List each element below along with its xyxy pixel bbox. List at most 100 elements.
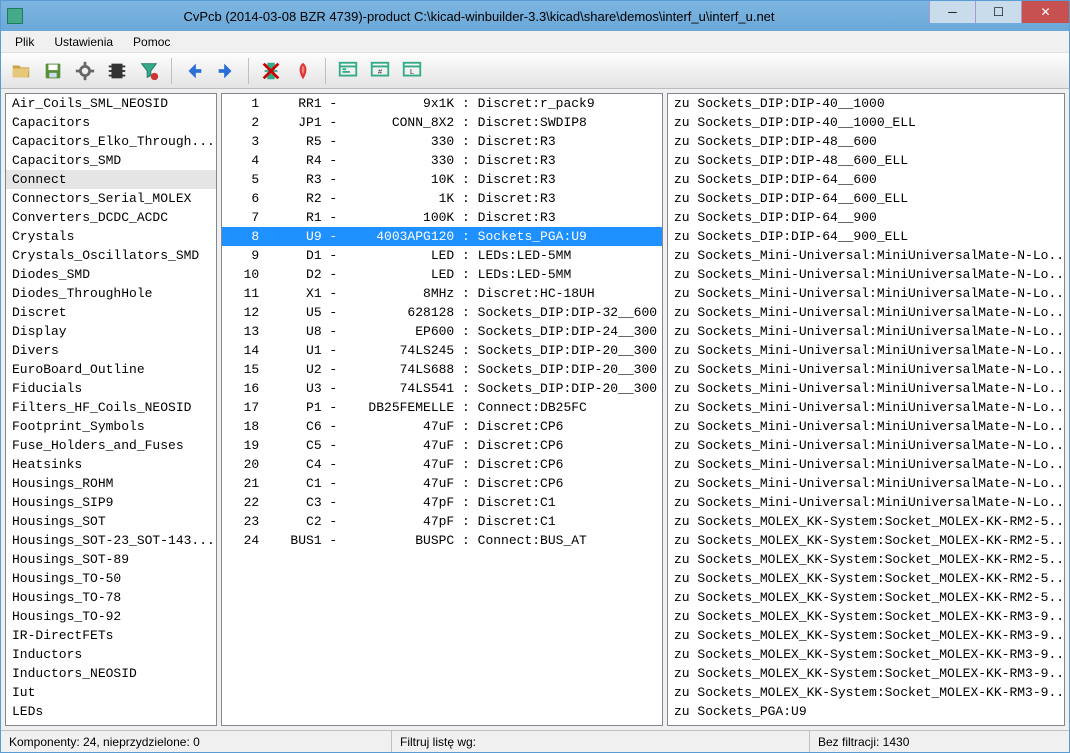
library-row[interactable]: Footprint_Symbols [6,417,216,436]
component-row[interactable]: 22 C3 - 47pF : Discret:C1 [222,493,662,512]
titlebar[interactable]: CvPcb (2014-03-08 BZR 4739)-product C:\k… [1,1,1069,31]
footprint-row[interactable]: zu Sockets_MOLEX_KK-System:Socket_MOLEX-… [668,531,1064,550]
footprint-row[interactable]: zu Sockets_Mini-Universal:MiniUniversalM… [668,303,1064,322]
library-row[interactable]: Diodes_ThroughHole [6,284,216,303]
footprint-row[interactable]: zu Sockets_MOLEX_KK-System:Socket_MOLEX-… [668,626,1064,645]
footprint-row[interactable]: zu Sockets_MOLEX_KK-System:Socket_MOLEX-… [668,645,1064,664]
arrow-right-icon[interactable] [212,57,240,85]
component-row[interactable]: 6 R2 - 1K : Discret:R3 [222,189,662,208]
arrow-left-icon[interactable] [180,57,208,85]
footprint-row[interactable]: zu Sockets_MOLEX_KK-System:Socket_MOLEX-… [668,607,1064,626]
library-row[interactable]: Diodes_SMD [6,265,216,284]
open-icon[interactable] [7,57,35,85]
library-row[interactable]: Iut [6,683,216,702]
footprint-row[interactable]: zu Sockets_Mini-Universal:MiniUniversalM… [668,417,1064,436]
library-row[interactable]: Filters_HF_Coils_NEOSID [6,398,216,417]
component-row[interactable]: 2 JP1 - CONN_8X2 : Discret:SWDIP8 [222,113,662,132]
filter-by-keyword-icon[interactable] [334,57,362,85]
library-row[interactable]: Connect [6,170,216,189]
library-row[interactable]: Inductors_NEOSID [6,664,216,683]
footprint-row[interactable]: zu Sockets_DIP:DIP-64__600 [668,170,1064,189]
footprint-row[interactable]: zu Sockets_MOLEX_KK-System:Socket_MOLEX-… [668,512,1064,531]
component-row[interactable]: 9 D1 - LED : LEDs:LED-5MM [222,246,662,265]
library-row[interactable]: Connectors_Serial_MOLEX [6,189,216,208]
component-row[interactable]: 17 P1 - DB25FEMELLE : Connect:DB25FC [222,398,662,417]
footprint-row[interactable]: zu Sockets_DIP:DIP-48__600 [668,132,1064,151]
footprint-row[interactable]: zu Sockets_Mini-Universal:MiniUniversalM… [668,493,1064,512]
minimize-button[interactable]: ─ [929,1,975,23]
footprint-row[interactable]: zu Sockets_DIP:DIP-64__600_ELL [668,189,1064,208]
component-row[interactable]: 23 C2 - 47pF : Discret:C1 [222,512,662,531]
component-row[interactable]: 18 C6 - 47uF : Discret:CP6 [222,417,662,436]
footprint-row[interactable]: zu Sockets_PGA:U9 [668,702,1064,721]
pdf-icon[interactable] [289,57,317,85]
delete-association-icon[interactable] [257,57,285,85]
component-row[interactable]: 7 R1 - 100K : Discret:R3 [222,208,662,227]
component-row[interactable]: 3 R5 - 330 : Discret:R3 [222,132,662,151]
footprint-row[interactable]: zu Sockets_DIP:DIP-64__900_ELL [668,227,1064,246]
library-row[interactable]: LEDs [6,702,216,721]
footprint-row[interactable]: zu Sockets_Mini-Universal:MiniUniversalM… [668,455,1064,474]
library-row[interactable]: Housings_SOT-89 [6,550,216,569]
library-row[interactable]: Housings_ROHM [6,474,216,493]
footprint-row[interactable]: zu Sockets_Mini-Universal:MiniUniversalM… [668,341,1064,360]
component-row[interactable]: 14 U1 - 74LS245 : Sockets_DIP:DIP-20__30… [222,341,662,360]
library-row[interactable]: Crystals [6,227,216,246]
footprint-row[interactable]: zu Sockets_Mini-Universal:MiniUniversalM… [668,246,1064,265]
component-row[interactable]: 5 R3 - 10K : Discret:R3 [222,170,662,189]
library-list[interactable]: Air_Coils_SML_NEOSIDCapacitors Capacitors… [6,94,216,725]
footprint-row[interactable]: zu Sockets_MOLEX_KK-System:Socket_MOLEX-… [668,588,1064,607]
library-row[interactable]: Divers [6,341,216,360]
component-row[interactable]: 8 U9 - 4003APG120 : Sockets_PGA:U9 [222,227,662,246]
library-row[interactable]: EuroBoard_Outline [6,360,216,379]
filter-by-pin-icon[interactable]: # [366,57,394,85]
component-row[interactable]: 12 U5 - 628128 : Sockets_DIP:DIP-32__600 [222,303,662,322]
footprint-row[interactable]: zu Sockets_DIP:DIP-40__1000 [668,94,1064,113]
menu-file[interactable]: Plik [5,33,44,51]
library-row[interactable]: Capacitors [6,113,216,132]
footprint-row[interactable]: zu Sockets_Mini-Universal:MiniUniversalM… [668,322,1064,341]
library-row[interactable]: Fuse_Holders_and_Fuses [6,436,216,455]
component-row[interactable]: 13 U8 - EP600 : Sockets_DIP:DIP-24__300 [222,322,662,341]
component-row[interactable]: 15 U2 - 74LS688 : Sockets_DIP:DIP-20__30… [222,360,662,379]
library-row[interactable]: Housings_SOT-23_SOT-143... [6,531,216,550]
menu-help[interactable]: Pomoc [123,33,180,51]
view-footprint-icon[interactable] [103,57,131,85]
library-row[interactable]: Housings_TO-50 [6,569,216,588]
library-row[interactable]: Capacitors_SMD [6,151,216,170]
maximize-button[interactable]: ☐ [975,1,1021,23]
footprint-row[interactable]: zu Sockets_Mini-Universal:MiniUniversalM… [668,284,1064,303]
library-row[interactable]: Housings_TO-78 [6,588,216,607]
component-row[interactable]: 20 C4 - 47uF : Discret:CP6 [222,455,662,474]
library-row[interactable]: Housings_TO-92 [6,607,216,626]
footprint-list[interactable]: zu Sockets_DIP:DIP-40__1000zu Sockets_DI… [668,94,1064,725]
filter-toggle-icon[interactable] [135,57,163,85]
library-row[interactable]: Inductors [6,645,216,664]
component-row[interactable]: 10 D2 - LED : LEDs:LED-5MM [222,265,662,284]
component-row[interactable]: 11 X1 - 8MHz : Discret:HC-18UH [222,284,662,303]
library-row[interactable]: Air_Coils_SML_NEOSID [6,94,216,113]
footprint-row[interactable]: zu Sockets_Mini-Universal:MiniUniversalM… [668,360,1064,379]
footprint-row[interactable]: zu Sockets_MOLEX_KK-System:Socket_MOLEX-… [668,683,1064,702]
footprint-row[interactable]: zu Sockets_MOLEX_KK-System:Socket_MOLEX-… [668,664,1064,683]
component-row[interactable]: 16 U3 - 74LS541 : Sockets_DIP:DIP-20__30… [222,379,662,398]
footprint-row[interactable]: zu Sockets_Mini-Universal:MiniUniversalM… [668,474,1064,493]
filter-by-library-icon[interactable]: L [398,57,426,85]
footprint-row[interactable]: zu Sockets_DIP:DIP-64__900 [668,208,1064,227]
footprint-row[interactable]: zu Sockets_MOLEX_KK-System:Socket_MOLEX-… [668,569,1064,588]
component-list[interactable]: 1 RR1 - 9x1K : Discret:r_pack9 2 JP1 - C… [222,94,662,725]
footprint-row[interactable]: zu Sockets_MOLEX_KK-System:Socket_MOLEX-… [668,550,1064,569]
menu-settings[interactable]: Ustawienia [44,33,123,51]
component-row[interactable]: 21 C1 - 47uF : Discret:CP6 [222,474,662,493]
library-row[interactable]: Converters_DCDC_ACDC [6,208,216,227]
footprint-row[interactable]: zu Sockets_Mini-Universal:MiniUniversalM… [668,265,1064,284]
component-row[interactable]: 4 R4 - 330 : Discret:R3 [222,151,662,170]
library-row[interactable]: Fiducials [6,379,216,398]
footprint-row[interactable]: zu Sockets_DIP:DIP-40__1000_ELL [668,113,1064,132]
library-row[interactable]: Crystals_Oscillators_SMD [6,246,216,265]
library-row[interactable]: Housings_SOT [6,512,216,531]
component-row[interactable]: 1 RR1 - 9x1K : Discret:r_pack9 [222,94,662,113]
save-icon[interactable] [39,57,67,85]
library-row[interactable]: Discret [6,303,216,322]
library-row[interactable]: IR-DirectFETs [6,626,216,645]
